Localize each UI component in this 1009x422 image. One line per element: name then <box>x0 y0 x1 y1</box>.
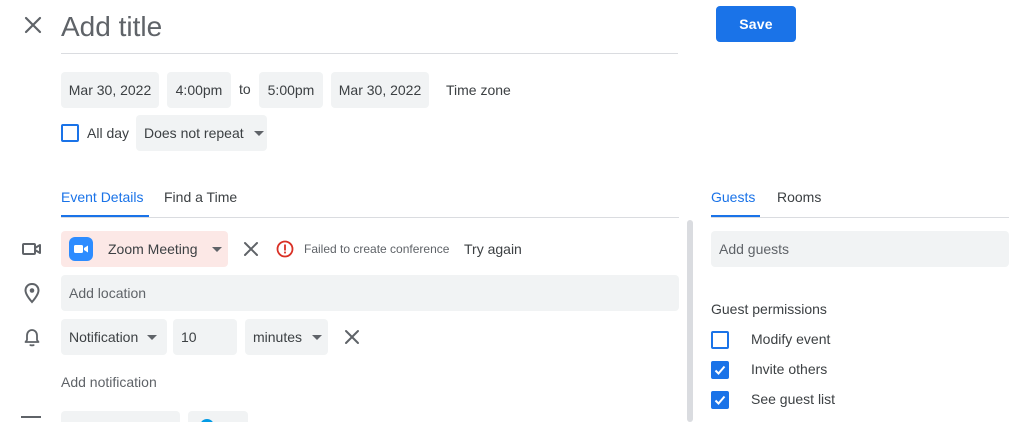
add-guests-input[interactable] <box>711 231 1009 267</box>
zoom-meeting-label: Zoom Meeting <box>108 241 198 257</box>
tab-rooms[interactable]: Rooms <box>777 189 821 205</box>
calendar-select[interactable] <box>61 411 180 422</box>
all-day-label: All day <box>87 125 130 141</box>
zoom-logo-icon <box>69 237 93 261</box>
remove-conference-icon[interactable] <box>242 240 260 258</box>
notification-amount-value: 10 <box>181 329 197 345</box>
start-time-chip[interactable]: 4:00pm <box>167 72 231 108</box>
error-circle-icon <box>276 240 294 258</box>
notification-unit-select[interactable]: minutes <box>245 319 328 355</box>
zoom-meeting-chip[interactable]: Zoom Meeting <box>61 231 228 267</box>
all-day-checkbox[interactable] <box>61 124 79 142</box>
calendar-icon <box>21 416 41 422</box>
notification-type-select[interactable]: Notification <box>61 319 167 355</box>
repeat-select[interactable]: Does not repeat <box>136 115 267 151</box>
checkmark-icon <box>714 365 726 375</box>
map-pin-icon <box>21 282 43 304</box>
conference-error-text: Failed to create conference <box>304 242 450 256</box>
see-guest-list-checkbox[interactable] <box>711 391 729 409</box>
to-label: to <box>239 81 251 97</box>
modify-event-label: Modify event <box>751 331 831 347</box>
notification-amount-input[interactable]: 10 <box>173 319 237 355</box>
video-camera-icon <box>21 238 43 260</box>
checkmark-icon <box>714 395 726 405</box>
close-icon[interactable] <box>20 12 46 38</box>
tab-find-a-time[interactable]: Find a Time <box>164 189 237 205</box>
chevron-down-icon <box>312 334 323 340</box>
start-date-label: Mar 30, 2022 <box>68 82 152 98</box>
save-button[interactable]: Save <box>716 6 796 42</box>
start-date-chip[interactable]: Mar 30, 2022 <box>61 72 159 108</box>
modify-event-checkbox[interactable] <box>711 331 729 349</box>
color-select[interactable] <box>188 411 248 422</box>
right-tabs-divider <box>711 217 1009 218</box>
scrollbar[interactable] <box>687 220 693 422</box>
invite-others-label: Invite others <box>751 361 828 377</box>
end-time-chip[interactable]: 5:00pm <box>259 72 323 108</box>
chevron-down-icon <box>253 130 264 136</box>
bell-icon <box>21 327 43 349</box>
start-time-label: 4:00pm <box>175 82 223 98</box>
add-notification-button[interactable]: Add notification <box>61 374 157 390</box>
time-zone-link[interactable]: Time zone <box>446 82 511 98</box>
notification-type-value: Notification <box>69 329 139 345</box>
end-date-chip[interactable]: Mar 30, 2022 <box>331 72 429 108</box>
location-input[interactable] <box>61 275 679 311</box>
see-guest-list-label: See guest list <box>751 391 836 407</box>
invite-others-checkbox[interactable] <box>711 361 729 379</box>
tab-event-details[interactable]: Event Details <box>61 189 143 205</box>
notification-unit-value: minutes <box>253 329 303 345</box>
chevron-down-icon[interactable] <box>212 246 223 252</box>
guest-permissions-title: Guest permissions <box>711 301 827 317</box>
try-again-button[interactable]: Try again <box>464 241 522 257</box>
title-input[interactable] <box>61 0 678 54</box>
tab-guests[interactable]: Guests <box>711 189 755 205</box>
end-date-label: Mar 30, 2022 <box>338 82 422 98</box>
tabs-divider <box>61 217 679 218</box>
chevron-down-icon <box>147 334 158 340</box>
remove-notification-icon[interactable] <box>343 328 361 346</box>
end-time-label: 5:00pm <box>267 82 315 98</box>
repeat-value: Does not repeat <box>144 125 244 141</box>
